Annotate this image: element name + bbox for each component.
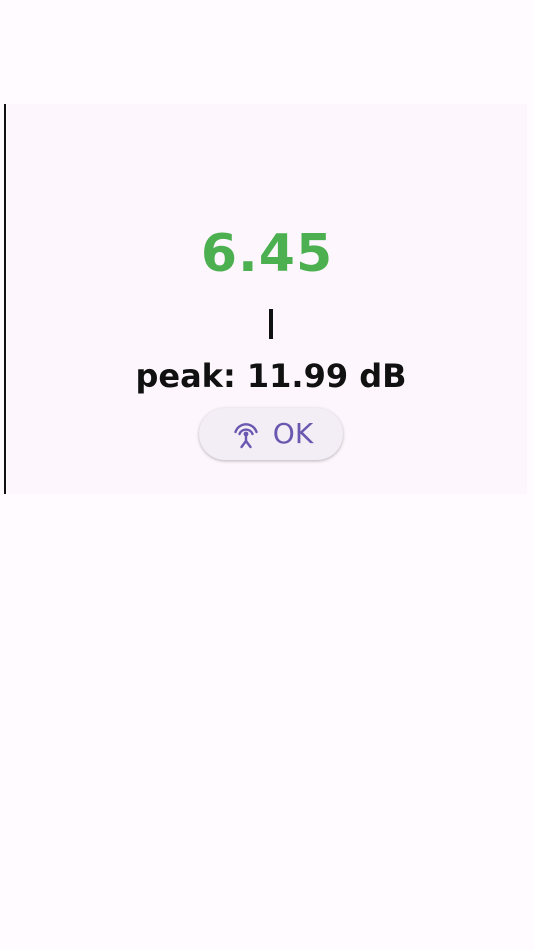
- level-value: 6.45: [200, 224, 334, 284]
- left-divider: [4, 104, 6, 494]
- peak-readout: peak: 11.99 dB: [0, 356, 534, 396]
- antenna-icon: [234, 423, 258, 449]
- peak-unit: dB: [359, 357, 407, 395]
- peak-label: peak:: [135, 357, 236, 395]
- ok-label: OK: [272, 417, 314, 450]
- text-cursor: [269, 309, 273, 339]
- peak-value: 11.99: [246, 357, 349, 395]
- ok-button[interactable]: OK: [199, 408, 343, 460]
- app-screen: 6.45 peak: 11.99 dB OK: [0, 0, 534, 950]
